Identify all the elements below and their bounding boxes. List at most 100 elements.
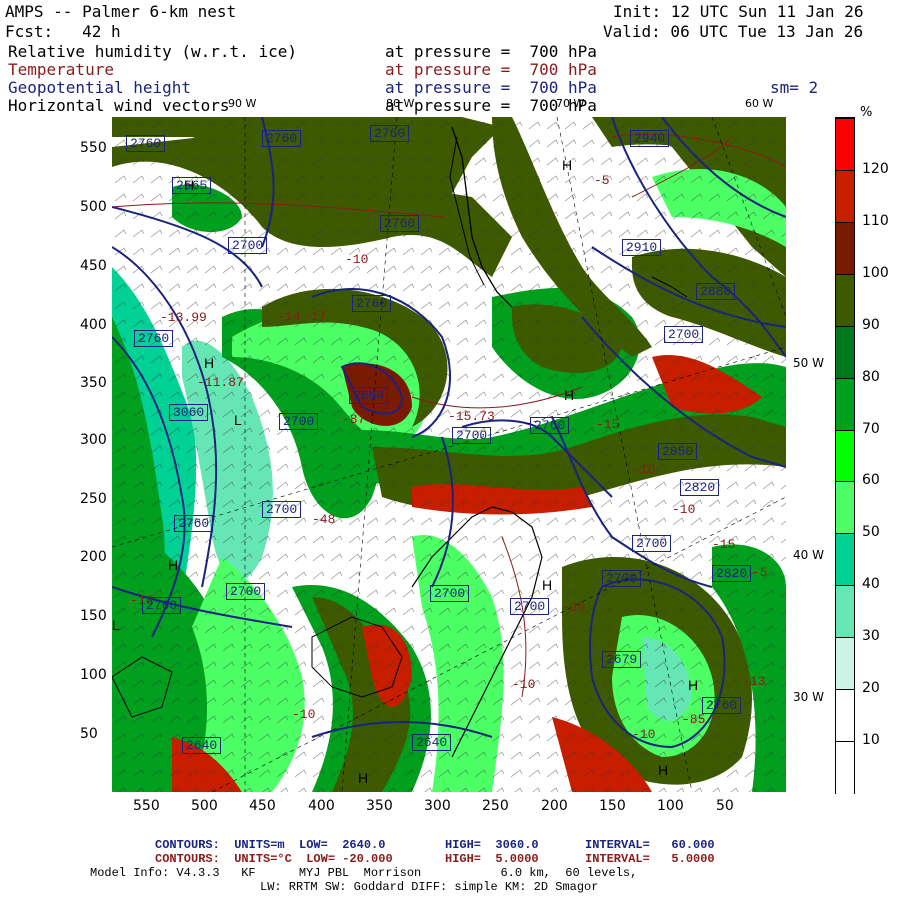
temperature-contour-label: -15 <box>712 537 736 552</box>
temperature-contour-label: -5 <box>752 565 768 580</box>
longitude-label: 80 W <box>386 97 415 110</box>
temperature-contour-label: -11.87 <box>197 375 244 390</box>
field-name-wind: Horizontal wind vectors <box>8 96 230 115</box>
height-contour-label: 2700 <box>262 501 302 518</box>
x-tick-label: 550 <box>133 798 160 814</box>
legend-color-cell <box>836 221 854 275</box>
height-contour-label: 2820 <box>712 565 752 582</box>
temperature-contour-label: -15 <box>596 417 620 432</box>
pressure-center-marker: H <box>564 387 575 403</box>
x-tick-label: 100 <box>657 798 684 814</box>
temperature-contour-label: -10 <box>345 252 369 267</box>
legend-tick-label: 100 <box>862 264 889 281</box>
height-contour-label: 2940 <box>630 130 670 147</box>
longitude-label: 30 W <box>793 690 824 704</box>
longitude-label: 70 W <box>556 97 585 110</box>
height-contour-label: 2700 <box>228 237 268 254</box>
height-contour-label: 2700 <box>510 598 550 615</box>
legend-color-cell <box>836 533 854 587</box>
temperature-contour-label: -13.99 <box>160 310 207 325</box>
longitude-label: 40 W <box>793 548 824 562</box>
rh-color-legend <box>835 117 855 794</box>
legend-tick-label: 80 <box>862 368 880 385</box>
temperature-contour-label: -18 <box>130 593 154 608</box>
y-tick-label: 300 <box>80 432 107 448</box>
pressure-center-marker: H <box>542 577 553 593</box>
y-tick-label: 350 <box>80 375 107 391</box>
height-contour-label: 2679 <box>602 651 642 668</box>
height-contour-label: 2760 <box>134 330 174 347</box>
height-contour-label: 2760 <box>530 417 570 434</box>
temperature-contour-label: -48 <box>312 512 336 527</box>
footer-temp-contours: CONTOURS: UNITS=°C LOW= -20.000 <box>155 852 393 866</box>
temperature-contour-label: -87 <box>342 412 366 427</box>
y-tick-label: 50 <box>80 726 98 742</box>
legend-color-cell <box>836 377 854 431</box>
y-tick-label: 500 <box>80 199 107 215</box>
footer-temp-interval: INTERVAL= 5.0000 <box>585 852 715 866</box>
y-tick-label: 200 <box>80 549 107 565</box>
legend-unit: % <box>860 105 873 120</box>
y-tick-label: 100 <box>80 667 107 683</box>
height-contour-label: 2760 <box>262 130 302 147</box>
longitude-label: 60 W <box>745 97 774 110</box>
legend-tick-label: 120 <box>862 160 889 177</box>
legend-color-cell <box>836 689 854 743</box>
pressure-center-marker: H <box>658 762 669 778</box>
field-level-temp: at pressure = 700 hPa <box>385 60 597 79</box>
legend-tick-label: 20 <box>862 680 880 697</box>
x-tick-label: 300 <box>424 798 451 814</box>
legend-tick-label: 60 <box>862 472 880 489</box>
height-contour-label: 2820 <box>680 479 720 496</box>
legend-tick-label: 40 <box>862 576 880 593</box>
temperature-contour-label: -10 <box>292 707 316 722</box>
height-contour-label: 2760 <box>174 515 214 532</box>
temperature-contour-label: -10 <box>632 462 656 477</box>
pressure-center-marker: L <box>234 412 242 428</box>
product-title: AMPS -- Palmer 6-km nest <box>5 2 237 21</box>
temperature-contour-label: -13 <box>742 674 766 689</box>
field-level-height: at pressure = 700 hPa <box>385 78 597 97</box>
legend-color-cell <box>836 118 854 171</box>
height-contour-label: 2850 <box>658 443 698 460</box>
temperature-contour-label: -85 <box>682 712 706 727</box>
footer-temp-high: HIGH= 5.0000 <box>445 852 539 866</box>
longitude-label: 90 W <box>228 97 257 110</box>
height-contour-label: 2760 <box>126 135 166 152</box>
pressure-center-marker: L <box>112 617 120 633</box>
height-contour-label: 2760 <box>370 125 410 142</box>
height-contour-label: 2700 <box>602 570 642 587</box>
legend-color-cell <box>836 169 854 223</box>
temperature-contour-label: -15.73 <box>448 409 495 424</box>
temperature-contour-label: -10 <box>632 727 656 742</box>
forecast-hour: Fcst: 42 h <box>5 22 121 41</box>
temperature-contour-label: -26 <box>562 600 586 615</box>
height-contour-label: 2700 <box>452 427 492 444</box>
legend-tick-label: 30 <box>862 628 880 645</box>
footer-model-info: Model Info: V4.3.3 KF MYJ PBL Morrison 6… <box>90 866 638 880</box>
legend-color-cell <box>836 429 854 483</box>
temperature-contour-label: -10 <box>672 502 696 517</box>
x-tick-label: 500 <box>191 798 218 814</box>
height-contour-label: 2700 <box>226 583 266 600</box>
smoothing-label: sm= 2 <box>770 78 819 97</box>
footer-height-contours: CONTOURS: UNITS=m LOW= 2640.0 <box>155 838 386 852</box>
x-tick-label: 150 <box>599 798 626 814</box>
pressure-center-marker: H <box>358 770 369 786</box>
valid-time: Valid: 06 UTC Tue 13 Jan 26 <box>603 22 864 41</box>
height-contour-label: 2700 <box>632 535 672 552</box>
legend-color-cell <box>836 481 854 535</box>
field-name-rh: Relative humidity (w.r.t. ice) <box>8 42 297 61</box>
longitude-label: 50 W <box>793 356 824 370</box>
field-level-rh: at pressure = 700 hPa <box>385 42 597 61</box>
legend-color-cell <box>836 585 854 639</box>
height-contour-label: 3060 <box>169 404 209 421</box>
height-contour-label: 2760 <box>702 697 742 714</box>
height-contour-label: 2700 <box>430 585 470 602</box>
x-tick-label: 50 <box>716 798 734 814</box>
pressure-center-marker: H <box>168 557 179 573</box>
y-tick-label: 450 <box>80 258 107 274</box>
field-name-height: Geopotential height <box>8 78 192 97</box>
y-tick-label: 550 <box>80 140 107 156</box>
legend-color-cell <box>836 273 854 327</box>
